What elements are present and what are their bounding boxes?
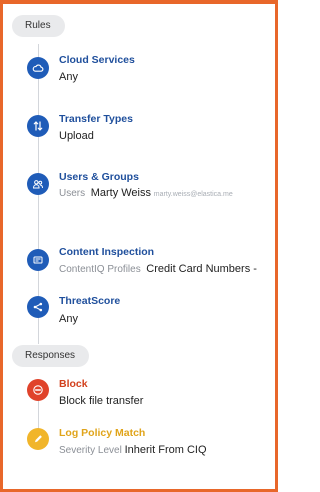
contentiq-profile-value: Credit Card Numbers - — [146, 263, 257, 275]
user-name: Marty Weiss — [90, 187, 151, 199]
contentiq-profiles-label: ContentIQ Profiles — [59, 264, 141, 275]
content-inspection-row: ContentIQ Profiles Credit Card Numbers - — [59, 263, 257, 275]
transfer-types-value: Upload — [59, 130, 94, 142]
log-policy-title[interactable]: Log Policy Match — [59, 427, 145, 439]
users-icon — [27, 173, 49, 195]
no-entry-icon — [27, 379, 49, 401]
threat-score-title[interactable]: ThreatScore — [59, 295, 120, 307]
share-icon — [27, 296, 49, 318]
rules-section-label: Rules — [12, 15, 65, 37]
severity-level-value: Inherit From CIQ — [124, 444, 207, 456]
threat-score-value: Any — [59, 313, 78, 325]
users-groups-row: Users Marty Weiss marty.weiss@elastica.m… — [59, 187, 233, 199]
cloud-icon — [27, 57, 49, 79]
block-title[interactable]: Block — [59, 378, 88, 390]
transfer-types-title[interactable]: Transfer Types — [59, 113, 133, 125]
cloud-services-title[interactable]: Cloud Services — [59, 54, 135, 66]
block-value: Block file transfer — [59, 395, 144, 407]
content-inspection-title[interactable]: Content Inspection — [59, 246, 154, 258]
users-groups-title[interactable]: Users & Groups — [59, 171, 139, 183]
log-policy-row: Severity Level Inherit From CIQ — [59, 444, 207, 456]
user-email: marty.weiss@elastica.me — [153, 191, 233, 198]
document-icon — [27, 249, 49, 271]
pencil-icon — [27, 428, 49, 450]
severity-level-label: Severity Level — [59, 445, 122, 456]
users-label: Users — [59, 188, 86, 199]
cloud-services-value: Any — [59, 71, 78, 83]
transfer-arrows-icon — [27, 115, 49, 137]
policy-summary-panel: Rules Cloud Services Any Transfer Types … — [0, 0, 278, 492]
responses-section-label: Responses — [12, 345, 90, 367]
